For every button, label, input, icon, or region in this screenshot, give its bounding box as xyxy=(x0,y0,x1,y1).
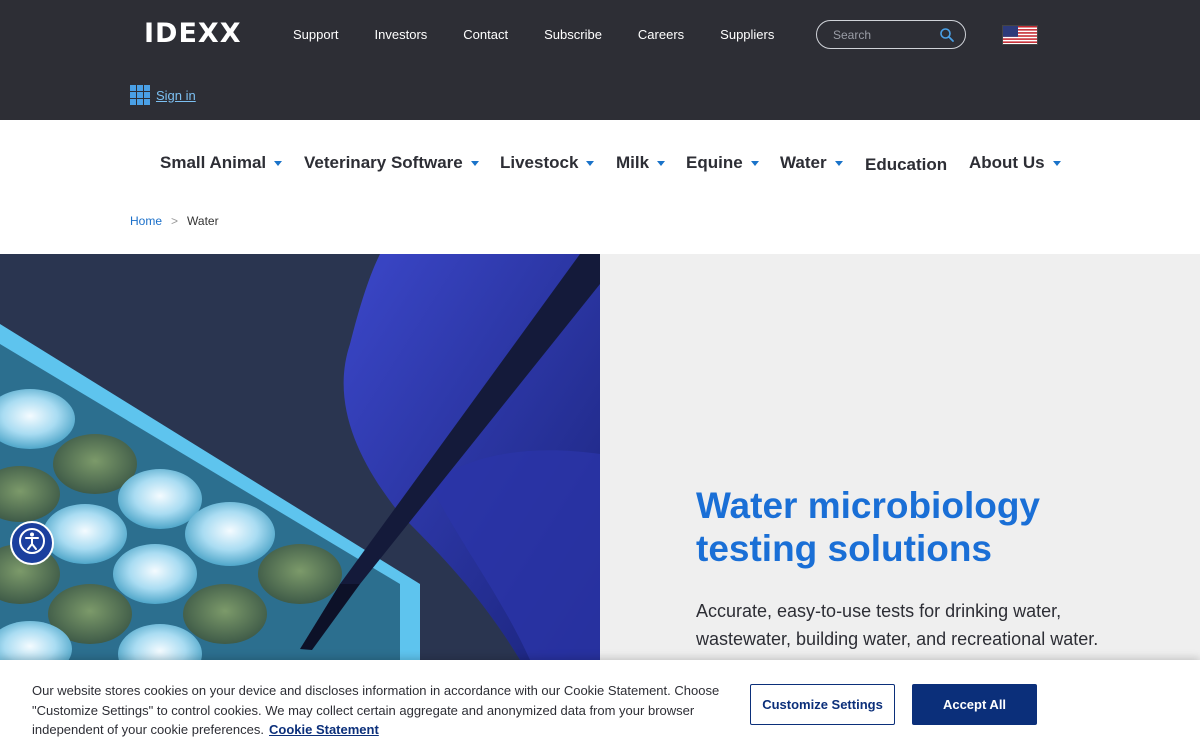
cookie-banner: Our website stores cookies on your devic… xyxy=(0,660,1200,750)
nav-label: Equine xyxy=(686,153,743,172)
caret-down-icon xyxy=(1052,161,1061,166)
caret-down-icon xyxy=(750,161,759,166)
hero-description: Accurate, easy-to-use tests for drinking… xyxy=(696,601,1099,649)
breadcrumb-home[interactable]: Home xyxy=(130,214,162,228)
nav-livestock[interactable]: Livestock xyxy=(500,153,595,173)
caret-down-icon xyxy=(657,161,666,166)
caret-down-icon xyxy=(470,161,479,166)
main-nav: Small Animal Veterinary Software Livesto… xyxy=(0,120,1200,210)
breadcrumb-separator: > xyxy=(171,214,179,228)
customize-settings-button[interactable]: Customize Settings xyxy=(750,684,895,725)
sign-in-link[interactable]: Sign in xyxy=(156,88,196,103)
us-flag-icon[interactable] xyxy=(1002,25,1038,45)
nav-label: Milk xyxy=(616,153,650,172)
breadcrumb: Home > Water xyxy=(130,214,219,228)
utility-link-suppliers[interactable]: Suppliers xyxy=(720,27,774,43)
sign-in[interactable]: Sign in xyxy=(130,85,196,105)
nav-about-us[interactable]: About Us xyxy=(969,153,1061,173)
hero: Water microbiology testing solutions Acc… xyxy=(0,254,1200,660)
hero-title: Water microbiology testing solutions xyxy=(696,485,1041,569)
top-bar: IDEXX Support Investors Contact Subscrib… xyxy=(0,0,1200,120)
nav-label: Education xyxy=(865,155,948,174)
accept-all-button[interactable]: Accept All xyxy=(912,684,1037,725)
caret-down-icon xyxy=(834,161,843,166)
search-input[interactable] xyxy=(833,27,933,43)
nav-label: Veterinary Software xyxy=(304,153,463,172)
nav-education[interactable]: Education xyxy=(865,155,947,175)
nav-label: Livestock xyxy=(500,153,579,172)
utility-link-support[interactable]: Support xyxy=(293,27,339,43)
search-box xyxy=(816,20,966,49)
accessibility-button[interactable] xyxy=(10,521,54,565)
utility-link-contact[interactable]: Contact xyxy=(463,27,508,43)
idexx-logo[interactable]: IDEXX xyxy=(144,18,242,49)
caret-down-icon xyxy=(586,161,595,166)
grid-icon xyxy=(130,85,150,105)
nav-equine[interactable]: Equine xyxy=(686,153,759,173)
cookie-text: Our website stores cookies on your devic… xyxy=(32,681,732,740)
utility-nav: Support Investors Contact Subscribe Care… xyxy=(293,27,774,43)
cookie-statement-link[interactable]: Cookie Statement xyxy=(269,722,379,737)
nav-label: Small Animal xyxy=(160,153,267,172)
nav-small-animal[interactable]: Small Animal xyxy=(160,153,283,173)
nav-veterinary-software[interactable]: Veterinary Software xyxy=(304,153,479,173)
breadcrumb-current: Water xyxy=(187,214,219,228)
hero-image xyxy=(0,254,600,660)
caret-down-icon xyxy=(274,161,283,166)
accessibility-icon xyxy=(18,527,46,560)
utility-link-careers[interactable]: Careers xyxy=(638,27,684,43)
hero-panel: Water microbiology testing solutions Acc… xyxy=(600,254,1200,660)
utility-link-investors[interactable]: Investors xyxy=(375,27,428,43)
nav-milk[interactable]: Milk xyxy=(616,153,666,173)
nav-label: About Us xyxy=(969,153,1045,172)
nav-label: Water xyxy=(780,153,827,172)
nav-water[interactable]: Water xyxy=(780,153,843,173)
utility-link-subscribe[interactable]: Subscribe xyxy=(544,27,602,43)
search-icon[interactable] xyxy=(939,27,955,43)
logo-text: IDEXX xyxy=(144,18,242,49)
